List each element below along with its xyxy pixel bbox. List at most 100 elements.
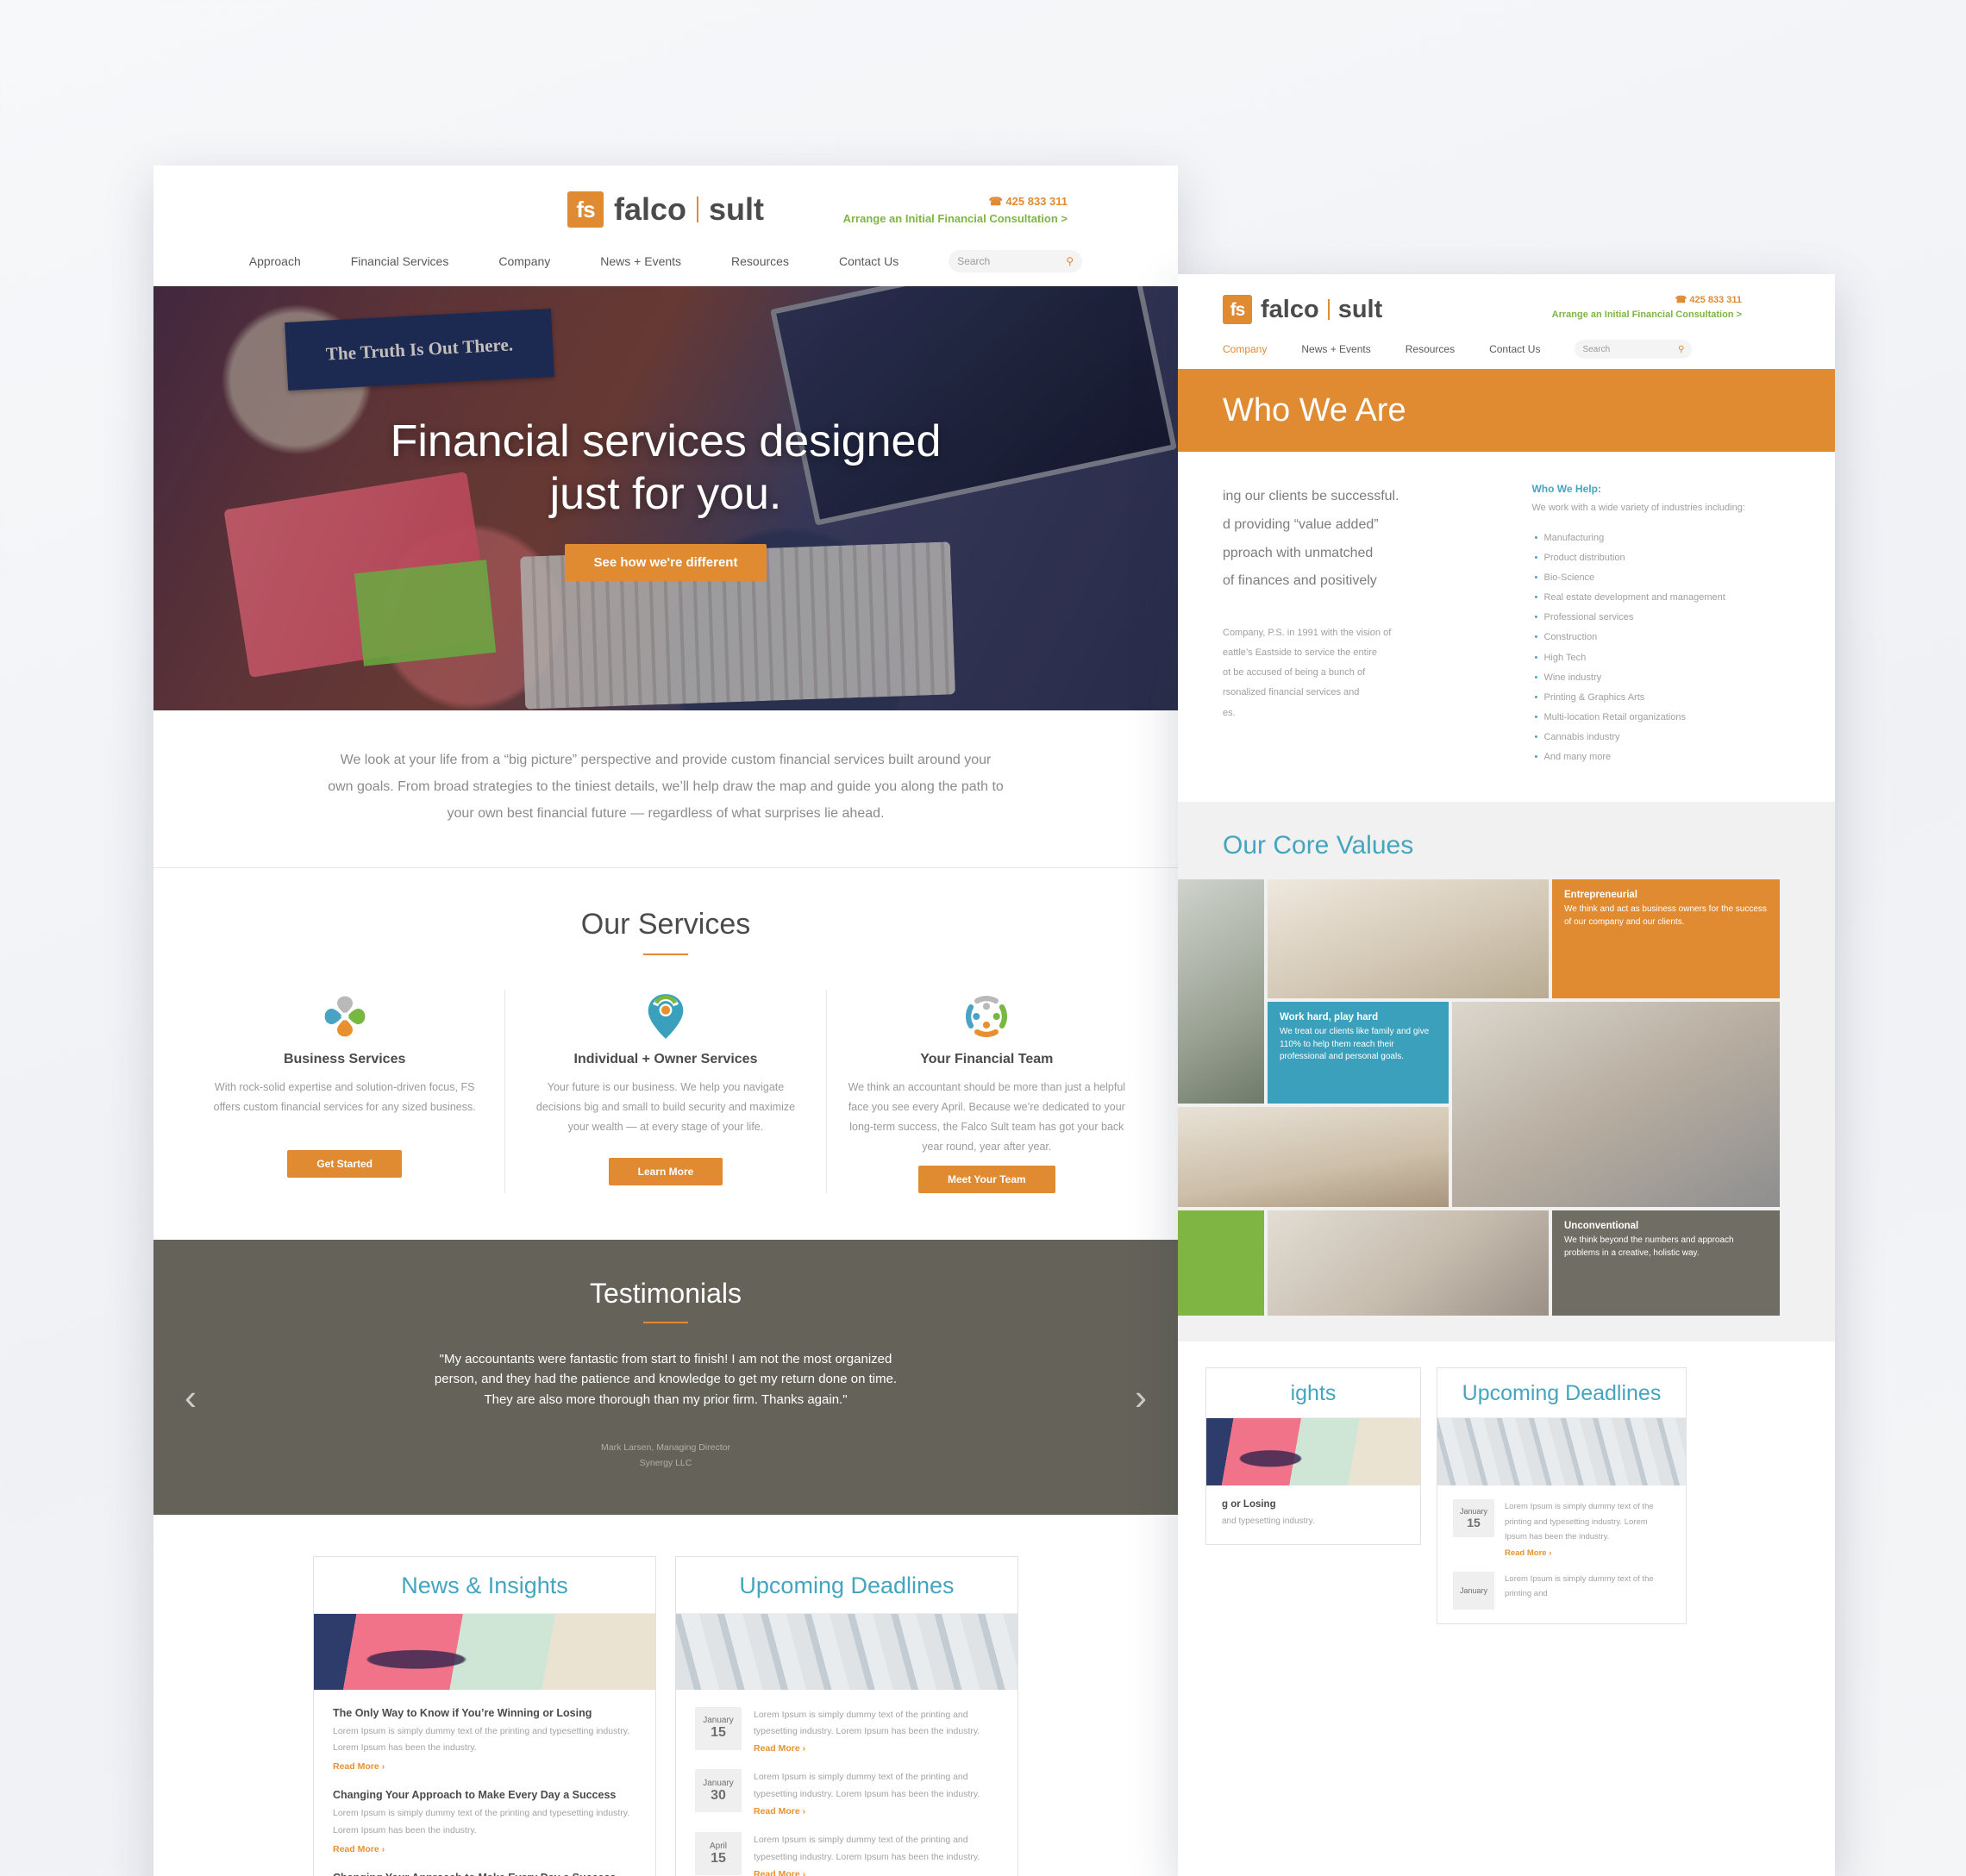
nav-item-news-events[interactable]: News + Events [600,254,681,268]
about-deadline-read-more[interactable]: Read More › [1505,1548,1670,1558]
site-header-about: fs falco sult ☎ 425 833 311 Arrange an I… [1178,274,1835,369]
about-deadlines-image [1437,1418,1686,1486]
logo-about[interactable]: fs falco sult [1223,295,1382,324]
nav-item-contact-us[interactable]: Contact Us [1489,343,1540,355]
hero-cta-button[interactable]: See how we're different [564,543,767,581]
deadlines-card-image [676,1613,1017,1690]
value-tile-entrepreneurial: Entrepreneurial We think and act as busi… [1552,879,1780,999]
nav-item-financial-services[interactable]: Financial Services [351,254,449,268]
value-photo-tile [1178,879,1264,1104]
service-card-team[interactable]: Your Financial Team We think an accounta… [825,989,1147,1194]
deadline-read-more[interactable]: Read More › [754,1806,999,1817]
services-section: Our Services Business Services With rock… [153,867,1178,1241]
about-news-image [1206,1418,1420,1486]
about-body-line-3: ot be accused of being a bunch of [1223,667,1366,678]
service-button-meet-team[interactable]: Meet Your Team [917,1166,1055,1194]
testimonial-author: Mark Larsen, Managing Director [601,1441,730,1453]
search-icon[interactable]: ⚲ [1678,345,1684,354]
deadline-day: 15 [1467,1516,1481,1530]
value-body: We treat our clients like family and giv… [1280,1027,1430,1062]
about-page-mockup: fs falco sult ☎ 425 833 311 Arrange an I… [1178,274,1835,1876]
deadline-body: Lorem Ipsum is simply dummy text of the … [754,1772,980,1799]
logo-word-sult: sult [1337,295,1383,323]
header-consultation-link[interactable]: Arrange an Initial Financial Consultatio… [843,210,1068,228]
news-post[interactable]: Changing Your Approach to Make Every Day… [333,1872,636,1876]
deadline-read-more[interactable]: Read More › [754,1869,999,1876]
deadline-day: 15 [711,1850,726,1866]
logo-divider [697,197,698,222]
industry-item: Cannabis industry [1535,728,1790,747]
page-banner: Who We Are [1178,369,1835,452]
logo-home[interactable]: fs falco sult [567,191,764,228]
about-body-line-2: eattle’s Eastside to service the entire [1223,647,1377,659]
service-card-business[interactable]: Business Services With rock-solid expert… [185,990,504,1194]
deadline-item[interactable]: January 15 Lorem Ipsum is simply dummy t… [695,1706,999,1754]
nav-item-resources[interactable]: Resources [731,254,789,268]
logo-mark-icon: fs [1223,295,1252,324]
nav-item-contact-us[interactable]: Contact Us [839,254,898,268]
news-post-read-more[interactable]: Read More › [333,1761,636,1772]
about-deadlines-title: Upcoming Deadlines [1437,1368,1686,1419]
phone-icon: ☎ [1675,295,1687,305]
phone-icon: ☎ [988,195,1003,208]
testimonials-rule [643,1322,688,1324]
industry-item: Construction [1535,628,1790,647]
service-desc: We think an accountant should be more th… [848,1080,1126,1153]
deadline-month: January [703,1716,734,1725]
news-post[interactable]: The Only Way to Know if You’re Winning o… [333,1707,636,1773]
header-consultation-link[interactable]: Arrange an Initial Financial Consultatio… [1552,308,1742,322]
news-post-body: Lorem Ipsum is simply dummy text of the … [333,1725,630,1753]
header-phone[interactable]: ☎ 425 833 311 [1552,293,1742,308]
deadline-read-more[interactable]: Read More › [754,1743,999,1754]
value-tile-work-hard: Work hard, play hard We treat our client… [1268,1002,1449,1104]
about-left-column: ing our clients be successful. d providi… [1223,483,1493,767]
industry-item: Bio-Science [1535,568,1790,588]
deadlines-card-title: Upcoming Deadlines [676,1557,1017,1614]
deadline-month: January [1459,1585,1488,1595]
service-button-learn-more[interactable]: Learn More [608,1157,723,1185]
testimonial-next-arrow[interactable]: › [1135,1377,1147,1418]
deadline-item[interactable]: April 15 Lorem Ipsum is simply dummy tex… [695,1832,999,1876]
header-phone[interactable]: ☎ 425 833 311 [843,193,1068,210]
about-news-post-title: g or Losing [1222,1499,1276,1510]
services-title: Our Services [580,907,751,941]
about-lead-line-3: pproach with unmatched [1223,545,1374,560]
value-photo-tile [1452,1002,1780,1208]
search-input[interactable]: Search [957,255,990,267]
news-post-title: Changing Your Approach to Make Every Day… [333,1789,617,1802]
industry-item: Product distribution [1535,548,1790,568]
nav-item-company[interactable]: Company [498,254,550,268]
service-desc: With rock-solid expertise and solution-d… [213,1080,476,1113]
search-box-about[interactable]: Search ⚲ [1575,340,1693,359]
search-input[interactable]: Search [1582,345,1610,354]
person-pin-icon [524,990,806,1043]
about-deadline-item[interactable]: January 15 Lorem Ipsum is simply dummy t… [1453,1499,1670,1558]
search-icon[interactable]: ⚲ [1066,255,1074,267]
nav-item-approach[interactable]: Approach [249,254,301,268]
intro-paragraph: We look at your life from a “big picture… [153,710,1178,868]
intro-line-3: your own best financial future — regardl… [447,806,885,822]
nav-item-resources[interactable]: Resources [1406,343,1455,355]
nav-item-news-events[interactable]: News + Events [1301,343,1370,355]
about-deadline-item[interactable]: January Lorem Ipsum is simply dummy text… [1453,1571,1670,1610]
service-card-individual[interactable]: Individual + Owner Services Your future … [504,989,825,1194]
value-tile-unconventional: Unconventional We think beyond the numbe… [1552,1210,1780,1316]
logo-mark-icon: fs [567,191,604,228]
clover-pin-icon [203,990,485,1043]
value-tile-green [1178,1210,1264,1316]
news-card: News & Insights The Only Way to Know if … [313,1555,656,1876]
nav-item-company[interactable]: Company [1223,343,1267,355]
about-content: ing our clients be successful. d providi… [1178,452,1835,803]
search-box-home[interactable]: Search ⚲ [949,250,1083,272]
value-heading: Entrepreneurial [1564,890,1637,901]
deadline-body: Lorem Ipsum is simply dummy text of the … [754,1835,980,1862]
intro-line-2: own goals. From broad strategies to the … [328,779,1004,795]
news-post[interactable]: Changing Your Approach to Make Every Day… [333,1789,636,1854]
service-button-get-started[interactable]: Get Started [287,1149,402,1178]
testimonial-prev-arrow[interactable]: ‹ [185,1377,197,1418]
industry-item: Wine industry [1535,668,1790,688]
about-deadline-date: January 15 [1453,1499,1494,1538]
about-deadline-body: Lorem Ipsum is simply dummy text of the … [1505,1502,1654,1542]
deadline-item[interactable]: January 30 Lorem Ipsum is simply dummy t… [695,1769,999,1817]
news-post-read-more[interactable]: Read More › [333,1844,636,1854]
